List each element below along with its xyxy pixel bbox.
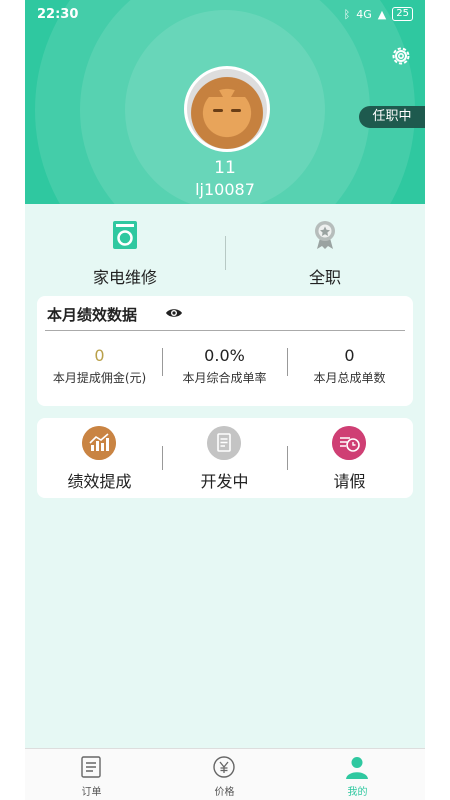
role-section: 家电维修 全职 <box>25 212 425 292</box>
role-label: 家电维修 <box>92 268 157 287</box>
actions-card: 绩效提成 开发中 请假 <box>37 418 413 498</box>
repair-device-icon <box>113 221 137 249</box>
performance-card: 本月绩效数据 0 本月提成佣金(元) 0.0% 本月综合成单率 0 本月总成单数 <box>37 296 413 406</box>
avatar-cat-eye <box>213 109 223 112</box>
tab-price[interactable]: 价格 <box>158 749 291 800</box>
avatar[interactable] <box>184 66 270 152</box>
tab-label: 价格 <box>214 787 235 798</box>
battery-icon: 25 <box>392 7 413 21</box>
stat-label: 本月综合成单率 <box>182 371 267 385</box>
stat-value: 0 <box>344 346 355 365</box>
status-bar: 22:30 ᛒ 4G ▲ 25 <box>25 0 425 28</box>
developing-button[interactable]: 开发中 <box>162 418 287 498</box>
performance-commission-button[interactable]: 绩效提成 <box>37 418 162 498</box>
role-item[interactable]: 全职 <box>225 212 425 292</box>
action-label: 请假 <box>333 472 366 491</box>
stat-order-count: 0 本月总成单数 <box>287 346 412 386</box>
stat-commission: 0 本月提成佣金(元) <box>37 346 162 386</box>
avatar-cat-ear <box>207 83 223 97</box>
fulltime-medal-icon <box>315 221 335 249</box>
stat-value: 0.0% <box>204 346 245 365</box>
divider <box>45 330 405 331</box>
eye-icon[interactable] <box>165 306 183 320</box>
stat-label: 本月总成单数 <box>313 371 386 385</box>
gear-icon[interactable] <box>389 44 413 68</box>
stat-value: 0 <box>94 346 105 365</box>
app-screen: 22:30 ᛒ 4G ▲ 25 11 lj10087 任职中 家电维修 全职 本… <box>25 0 425 800</box>
bottom-nav: 订单 价格 我的 <box>25 748 425 800</box>
profile-icon <box>346 757 368 779</box>
performance-title: 本月绩效数据 <box>47 306 138 324</box>
wifi-icon: ▲ <box>377 7 387 21</box>
signal-icon: 4G <box>356 7 372 21</box>
action-label: 绩效提成 <box>67 472 132 491</box>
action-label: 开发中 <box>200 472 249 491</box>
stat-conversion-rate: 0.0% 本月综合成单率 <box>162 346 287 386</box>
avatar-cat-eye <box>231 109 241 112</box>
avatar-cat-ear <box>231 83 247 97</box>
status-time: 22:30 <box>37 7 79 22</box>
profile-header: 22:30 ᛒ 4G ▲ 25 11 lj10087 任职中 <box>25 0 425 204</box>
bluetooth-icon: ᛒ <box>343 7 351 21</box>
role-item[interactable]: 家电维修 <box>25 212 225 292</box>
status-icons: ᛒ 4G ▲ 25 <box>344 7 413 21</box>
tab-label: 订单 <box>81 787 102 798</box>
role-label: 全职 <box>308 268 341 287</box>
user-id: lj10087 <box>195 180 255 199</box>
leave-button[interactable]: 请假 <box>287 418 412 498</box>
user-name: 11 <box>214 158 236 178</box>
work-status-badge[interactable]: 任职中 <box>359 106 425 128</box>
price-icon <box>213 756 235 778</box>
tab-orders[interactable]: 订单 <box>25 749 158 800</box>
tab-label: 我的 <box>347 787 368 798</box>
performance-chart-icon <box>82 426 116 460</box>
leave-clock-icon <box>332 426 366 460</box>
stat-label: 本月提成佣金(元) <box>52 371 147 385</box>
developing-document-icon <box>207 426 241 460</box>
tab-mine[interactable]: 我的 <box>291 749 424 800</box>
order-icon <box>81 756 101 778</box>
